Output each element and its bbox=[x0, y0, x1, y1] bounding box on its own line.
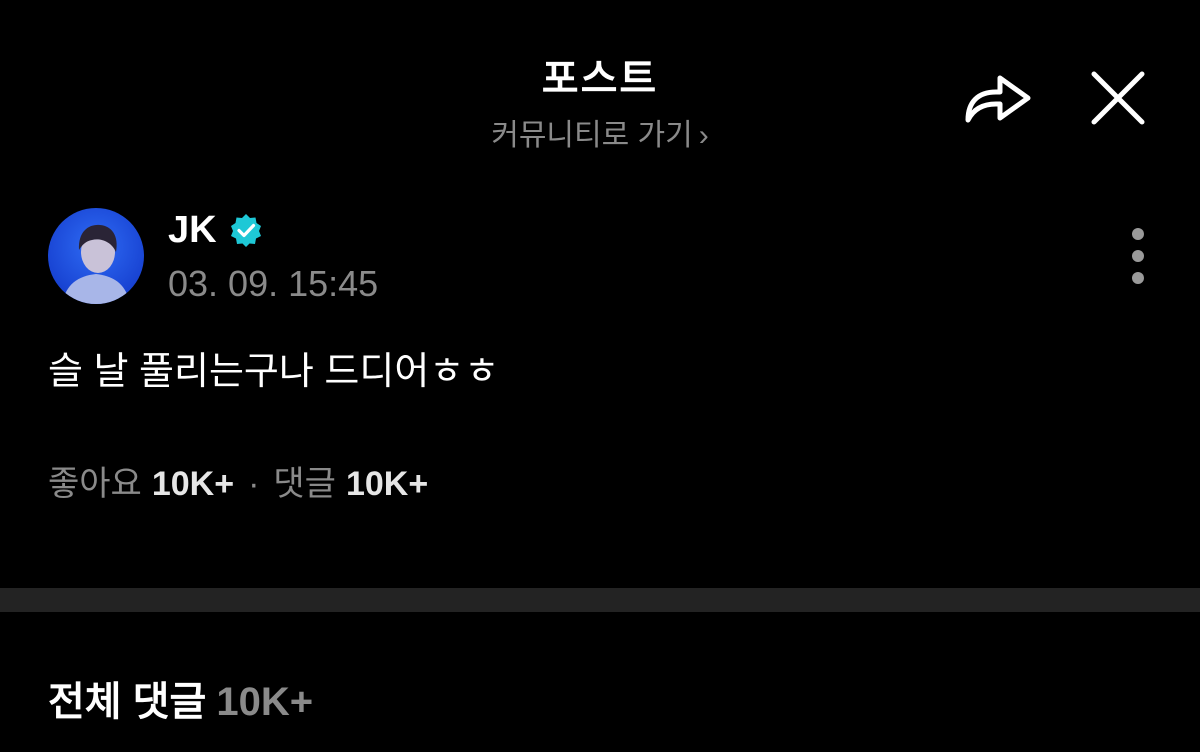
close-icon bbox=[1091, 71, 1145, 125]
share-icon bbox=[965, 75, 1031, 123]
post-body: 슬 날 풀리는구나 드디어ㅎㅎ bbox=[48, 351, 500, 393]
comments-section-title: 전체 댓글 bbox=[48, 680, 207, 724]
comments-section-header: 전체 댓글 10K+ bbox=[48, 676, 313, 728]
comments-section-count: 10K+ bbox=[216, 680, 314, 724]
post-stats: 좋아요 10K+ · 댓글 10K+ bbox=[48, 460, 428, 508]
post-timestamp: 03. 09. 15:45 bbox=[168, 263, 379, 304]
likes-stat[interactable]: 좋아요 10K+ bbox=[48, 465, 234, 503]
comments-label: 댓글 bbox=[273, 465, 336, 503]
community-link-label: 커뮤니티로 가기 bbox=[491, 119, 693, 152]
more-vertical-icon bbox=[1132, 228, 1144, 284]
likes-label: 좋아요 bbox=[48, 465, 142, 503]
more-options-button[interactable] bbox=[1120, 226, 1156, 288]
stats-separator: · bbox=[248, 465, 260, 503]
likes-count: 10K+ bbox=[151, 465, 235, 503]
close-button[interactable] bbox=[1090, 70, 1146, 126]
avatar-image bbox=[48, 208, 144, 304]
section-divider bbox=[0, 588, 1200, 612]
comments-stat[interactable]: 댓글 10K+ bbox=[273, 465, 428, 503]
author-name[interactable]: JK bbox=[168, 208, 217, 252]
avatar[interactable] bbox=[48, 208, 144, 304]
chevron-right-icon: › bbox=[698, 119, 709, 152]
verified-badge-icon bbox=[231, 214, 261, 247]
comments-count: 10K+ bbox=[345, 465, 429, 503]
share-button[interactable] bbox=[962, 70, 1034, 126]
